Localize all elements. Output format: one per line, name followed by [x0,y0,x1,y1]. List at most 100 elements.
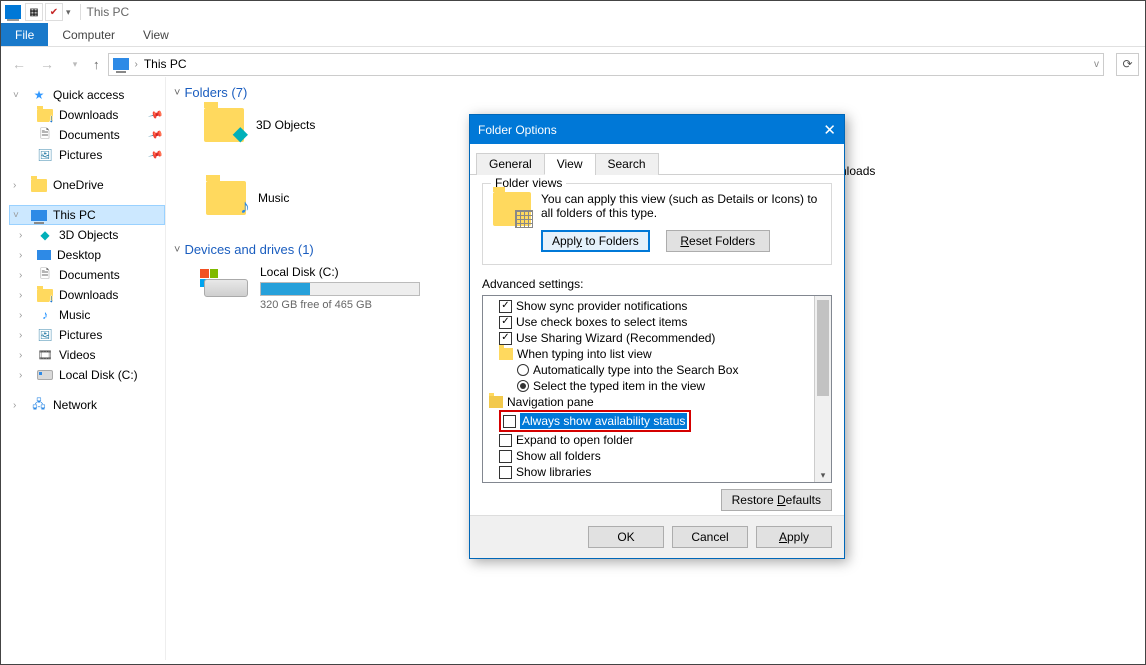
chevron-right-icon[interactable]: › [135,59,138,70]
scrollbar[interactable]: ▾ [814,296,831,482]
adv-type-searchbox[interactable]: Automatically type into the Search Box [487,362,814,378]
qat-dropdown-icon[interactable]: ▾ [66,7,71,18]
checkbox-icon[interactable] [499,300,512,313]
folder-music[interactable]: ♪ Music [206,181,436,215]
ribbon-tabs: File Computer View [1,23,1145,47]
folder-3d-objects[interactable]: ◆ 3D Objects [204,108,434,142]
title-bar: ▦ ✔ ▾ This PC [1,1,1145,23]
sidebar-item-label: Documents [59,268,120,282]
music-icon: ♪ [37,307,53,323]
dialog-button-row: OK Cancel Apply [470,515,844,558]
dialog-title: Folder Options [478,123,557,137]
sidebar-item-local-disk[interactable]: Local Disk (C:) [9,365,165,385]
back-button[interactable]: ← [9,56,29,72]
folders-group-header[interactable]: Folders (7) [174,85,1145,100]
pc-icon [31,210,47,221]
cancel-button[interactable]: Cancel [672,526,748,548]
drive-local-disk[interactable]: Local Disk (C:) 320 GB free of 465 GB [174,265,434,311]
folder-label: Music [258,191,289,205]
adv-type-select[interactable]: Select the typed item in the view [487,378,814,394]
adv-sharing-wizard[interactable]: Use Sharing Wizard (Recommended) [487,330,814,346]
drive-icon [37,370,53,380]
addressbar-pc-icon [113,58,129,70]
folder-views-group: Folder views You can apply this view (su… [482,183,832,265]
navigation-bar: ← → ▾ ↑ › This PC v ⟳ [1,47,1145,77]
tab-search[interactable]: Search [595,153,659,175]
address-dropdown-icon[interactable]: v [1094,59,1099,70]
forward-button[interactable]: → [37,56,57,72]
folder-icon [499,348,513,360]
restore-defaults-button[interactable]: Restore Defaults [721,489,832,511]
checkbox-icon[interactable] [499,450,512,463]
sidebar-onedrive[interactable]: OneDrive [9,175,165,195]
folder-options-dialog: Folder Options ✕ General View Search Fol… [469,114,845,559]
scrollbar-thumb[interactable] [817,300,829,396]
sidebar-item-label: Network [53,398,97,412]
adv-show-libraries[interactable]: Show libraries [487,464,814,480]
folder-views-desc: You can apply this view (such as Details… [541,192,821,220]
sidebar-item-pictures[interactable]: 🖼 Pictures 📌 [9,145,165,165]
checkbox-icon[interactable] [503,415,516,428]
navigation-pane: ★ Quick access Downloads 📌 🗎 Documents 📌… [1,77,166,660]
adv-show-all-folders[interactable]: Show all folders [487,448,814,464]
reset-folders-button[interactable]: Reset Folders [666,230,770,252]
tab-view[interactable]: View [129,23,183,46]
checkbox-icon[interactable] [499,466,512,479]
documents-icon: 🗎 [37,267,53,283]
drive-label: Local Disk (C:) [260,265,420,279]
address-bar[interactable]: › This PC v [108,53,1105,76]
adv-navigation-pane-group: Navigation pane [487,394,814,410]
checkbox-icon[interactable] [499,332,512,345]
adv-sync-notifications[interactable]: Show sync provider notifications [487,298,814,314]
advanced-settings-listbox[interactable]: Show sync provider notifications Use che… [482,295,832,483]
checkbox-icon[interactable] [499,316,512,329]
downloads-icon [37,109,53,122]
adv-availability-status[interactable]: Always show availability status [487,410,814,432]
folder-icon: ◆ [204,108,244,142]
radio-icon[interactable] [517,380,529,392]
downloads-icon [37,289,53,302]
sidebar-item-label: Downloads [59,288,118,302]
ok-button[interactable]: OK [588,526,664,548]
sidebar-this-pc[interactable]: This PC [9,205,165,225]
documents-icon: 🗎 [37,127,53,143]
tab-general[interactable]: General [476,153,545,175]
dialog-titlebar[interactable]: Folder Options ✕ [470,115,844,144]
apply-button[interactable]: Apply [756,526,832,548]
radio-icon[interactable] [517,364,529,376]
apply-to-folders-button[interactable]: Apply to Folders [541,230,650,252]
refresh-button[interactable]: ⟳ [1116,53,1139,76]
tab-file[interactable]: File [1,23,48,46]
sidebar-item-downloads[interactable]: Downloads 📌 [9,105,165,125]
sidebar-item-documents[interactable]: 🗎 Documents [9,265,165,285]
network-icon: 🖧 [31,397,47,413]
qat-properties-icon[interactable]: ▦ [25,3,43,21]
recent-dropdown-icon[interactable]: ▾ [65,59,85,70]
checkbox-icon[interactable] [499,434,512,447]
tab-computer[interactable]: Computer [48,23,129,46]
sidebar-item-documents[interactable]: 🗎 Documents 📌 [9,125,165,145]
sidebar-item-pictures[interactable]: 🖼 Pictures [9,325,165,345]
folder-icon [489,396,503,408]
sidebar-quick-access[interactable]: ★ Quick access [9,85,165,105]
sidebar-network[interactable]: 🖧 Network [9,395,165,415]
close-icon[interactable]: ✕ [823,121,836,139]
sidebar-item-3d-objects[interactable]: ◆ 3D Objects [9,225,165,245]
quick-access-toolbar: ▦ ✔ [25,3,63,21]
up-button[interactable]: ↑ [93,57,100,72]
tab-view[interactable]: View [544,153,596,175]
scroll-down-icon[interactable]: ▾ [815,470,831,481]
sidebar-item-label: Pictures [59,328,102,342]
sidebar-item-label: 3D Objects [59,228,118,242]
folder-views-icon [493,192,531,226]
qat-newfolder-icon[interactable]: ✔ [45,3,63,21]
sidebar-item-desktop[interactable]: Desktop [9,245,165,265]
sidebar-item-music[interactable]: ♪ Music [9,305,165,325]
cube-icon: ◆ [37,227,53,243]
adv-use-checkboxes[interactable]: Use check boxes to select items [487,314,814,330]
sidebar-item-videos[interactable]: 🎞 Videos [9,345,165,365]
adv-typing-group: When typing into list view [487,346,814,362]
adv-expand-folder[interactable]: Expand to open folder [487,432,814,448]
sidebar-item-downloads[interactable]: Downloads [9,285,165,305]
sidebar-item-label: Desktop [57,248,101,262]
